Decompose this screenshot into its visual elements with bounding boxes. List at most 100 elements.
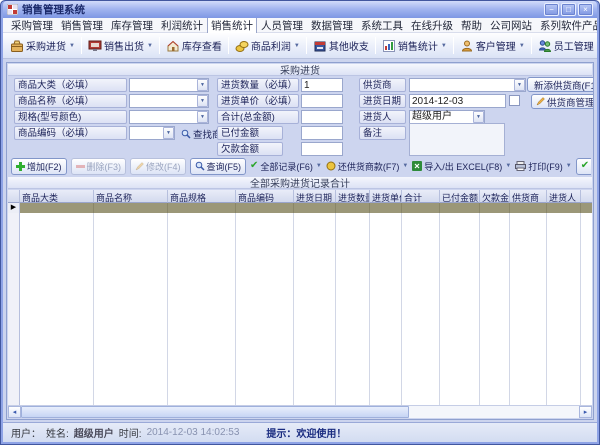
menu-item-sales-stats[interactable]: 销售统计 bbox=[207, 18, 257, 34]
column-header[interactable]: 进货单价 bbox=[370, 190, 402, 203]
scroll-left-icon[interactable]: ◂ bbox=[8, 406, 21, 418]
toolbar-purchase-in-button[interactable]: 采购进货▼ bbox=[7, 36, 78, 55]
category-select[interactable]: ▼ bbox=[129, 78, 209, 92]
column-header[interactable]: 商品编码 bbox=[236, 190, 294, 203]
menu-item-data-mgmt[interactable]: 数据管理 bbox=[307, 18, 357, 34]
chevron-down-icon: ▼ bbox=[69, 43, 75, 49]
toolbar-label: 其他收支 bbox=[329, 38, 369, 53]
total-label: 合计(总金额) bbox=[217, 110, 299, 124]
selected-row[interactable]: ▶ bbox=[8, 203, 592, 213]
column-header[interactable]: 商品名称 bbox=[94, 190, 168, 203]
qty-input[interactable] bbox=[301, 78, 343, 92]
menu-item-help[interactable]: 帮助 bbox=[457, 18, 486, 34]
toolbar-label: 销售出货 bbox=[104, 38, 144, 53]
menu-item-system-tools[interactable]: 系统工具 bbox=[357, 18, 407, 34]
column-header[interactable]: 商品大类 bbox=[20, 190, 94, 203]
tool-bar: 采购进货▼ 销售出货▼ 库存查看 商品利润▼ 其他收支 bbox=[3, 33, 597, 59]
column-header[interactable]: 进货日期 bbox=[294, 190, 336, 203]
date-input[interactable] bbox=[409, 94, 506, 108]
menu-item-online-upgrade[interactable]: 在线升级 bbox=[407, 18, 457, 34]
design-report-button[interactable]: ✔ 设计报表(F10) bbox=[576, 158, 591, 175]
add-button[interactable]: 增加(F2) bbox=[11, 158, 67, 175]
manage-supplier-button[interactable]: 供货商管理 bbox=[531, 94, 594, 109]
minimize-button[interactable]: − bbox=[544, 3, 559, 16]
menu-item-purchase-mgmt[interactable]: 采购管理 bbox=[7, 18, 57, 34]
excel-button[interactable]: 导入/出 EXCEL(F8)▼ bbox=[412, 160, 511, 173]
supplier-select[interactable]: ▼ bbox=[409, 78, 526, 92]
printer-icon bbox=[515, 161, 526, 171]
toolbar-employee-mgmt-button[interactable]: 员工管理 bbox=[535, 36, 597, 55]
combo-arrow-icon[interactable]: ▼ bbox=[514, 79, 525, 91]
toolbar-separator bbox=[159, 37, 160, 54]
menu-item-inventory-mgmt[interactable]: 库存管理 bbox=[107, 18, 157, 34]
toolbar-separator bbox=[81, 37, 82, 54]
delete-button[interactable]: 删除(F3) bbox=[71, 158, 127, 175]
column-header[interactable]: 已付金额 bbox=[440, 190, 480, 203]
buyer-select[interactable]: 超级用户▼ bbox=[409, 110, 485, 124]
supplier-label: 供货商 bbox=[359, 78, 406, 92]
toolbar-product-profit-button[interactable]: 商品利润▼ bbox=[232, 36, 303, 55]
date-checkbox[interactable] bbox=[509, 95, 520, 106]
column-header[interactable]: 进货数量 bbox=[336, 190, 370, 203]
column-header[interactable]: 供货商 bbox=[510, 190, 547, 203]
client-area: 采购管理 销售管理 库存管理 利润统计 销售统计 人员管理 数据管理 系统工具 … bbox=[3, 18, 597, 442]
note-textarea[interactable] bbox=[409, 123, 505, 156]
grid-body[interactable] bbox=[8, 213, 592, 405]
scrollbar-track[interactable] bbox=[21, 406, 579, 418]
horizontal-scrollbar[interactable]: ◂ ▸ bbox=[8, 405, 592, 418]
toolbar-label: 库存查看 bbox=[182, 38, 222, 53]
add-label: 增加(F2) bbox=[27, 160, 62, 173]
modify-label: 修改(F4) bbox=[146, 160, 181, 173]
title-bar: 销售管理系统 − □ × bbox=[3, 1, 597, 18]
add-supplier-button[interactable]: 新添供货商(F12) bbox=[527, 77, 594, 92]
print-label: 打印(F9) bbox=[528, 160, 563, 173]
owed-label: 欠款金额 bbox=[217, 142, 283, 156]
query-button[interactable]: 查询(F5) bbox=[190, 158, 247, 175]
price-input[interactable] bbox=[301, 94, 343, 108]
toolbar-customer-mgmt-button[interactable]: 客户管理▼ bbox=[457, 36, 528, 55]
toolbar-sales-stats-button[interactable]: 销售统计▼ bbox=[379, 36, 450, 55]
column-header[interactable]: 欠款金额 bbox=[480, 190, 510, 203]
menu-item-sales-mgmt[interactable]: 销售管理 bbox=[57, 18, 107, 34]
column-header[interactable]: 商品规格 bbox=[168, 190, 236, 203]
column-header-filler bbox=[581, 190, 592, 203]
scrollbar-thumb[interactable] bbox=[21, 406, 409, 418]
toolbar-other-income-button[interactable]: 其他收支 bbox=[310, 36, 372, 55]
chevron-down-icon: ▼ bbox=[441, 43, 447, 49]
pencil-icon bbox=[135, 162, 144, 171]
repay-supplier-button[interactable]: 还供货商款(F7)▼ bbox=[326, 160, 408, 173]
app-icon bbox=[7, 4, 18, 15]
name-select[interactable]: ▼ bbox=[129, 94, 209, 108]
column-header[interactable]: 进货人 bbox=[547, 190, 581, 203]
spec-select[interactable]: ▼ bbox=[129, 110, 209, 124]
toolbar-sales-out-button[interactable]: 销售出货▼ bbox=[85, 36, 156, 55]
column-header[interactable]: 合计 bbox=[402, 190, 440, 203]
menu-item-personnel-mgmt[interactable]: 人员管理 bbox=[257, 18, 307, 34]
combo-arrow-icon[interactable]: ▼ bbox=[163, 127, 174, 139]
customer-icon bbox=[460, 39, 474, 53]
combo-arrow-icon[interactable]: ▼ bbox=[197, 111, 208, 123]
combo-arrow-icon[interactable]: ▼ bbox=[197, 79, 208, 91]
toolbar-inventory-view-button[interactable]: 库存查看 bbox=[163, 36, 225, 55]
owed-input[interactable] bbox=[301, 142, 343, 156]
menu-item-product-series[interactable]: 系列软件产品 bbox=[536, 18, 597, 34]
maximize-button[interactable]: □ bbox=[561, 3, 576, 16]
toolbar-label: 采购进货 bbox=[26, 38, 66, 53]
combo-arrow-icon[interactable]: ▼ bbox=[197, 95, 208, 107]
chevron-down-icon: ▼ bbox=[402, 163, 408, 169]
modify-button[interactable]: 修改(F4) bbox=[130, 158, 186, 175]
code-select[interactable]: ▼ bbox=[129, 126, 175, 140]
chevron-down-icon: ▼ bbox=[566, 163, 572, 169]
menu-item-profit-stats[interactable]: 利润统计 bbox=[157, 18, 207, 34]
status-name-value: 超级用户 bbox=[74, 425, 114, 440]
menu-item-company-website[interactable]: 公司网站 bbox=[486, 18, 536, 34]
coin-icon bbox=[326, 161, 336, 171]
close-button[interactable]: × bbox=[578, 3, 593, 16]
print-button[interactable]: 打印(F9)▼ bbox=[515, 160, 571, 173]
paid-input[interactable] bbox=[301, 126, 343, 140]
scroll-right-icon[interactable]: ▸ bbox=[579, 406, 592, 418]
total-input[interactable] bbox=[301, 110, 343, 124]
action-bar: 增加(F2) 删除(F3) 修改(F4) 查询(F5) ✔ 全部记录(F6)▼ bbox=[11, 157, 591, 175]
all-records-button[interactable]: ✔ 全部记录(F6)▼ bbox=[250, 160, 322, 173]
combo-arrow-icon[interactable]: ▼ bbox=[473, 111, 484, 123]
